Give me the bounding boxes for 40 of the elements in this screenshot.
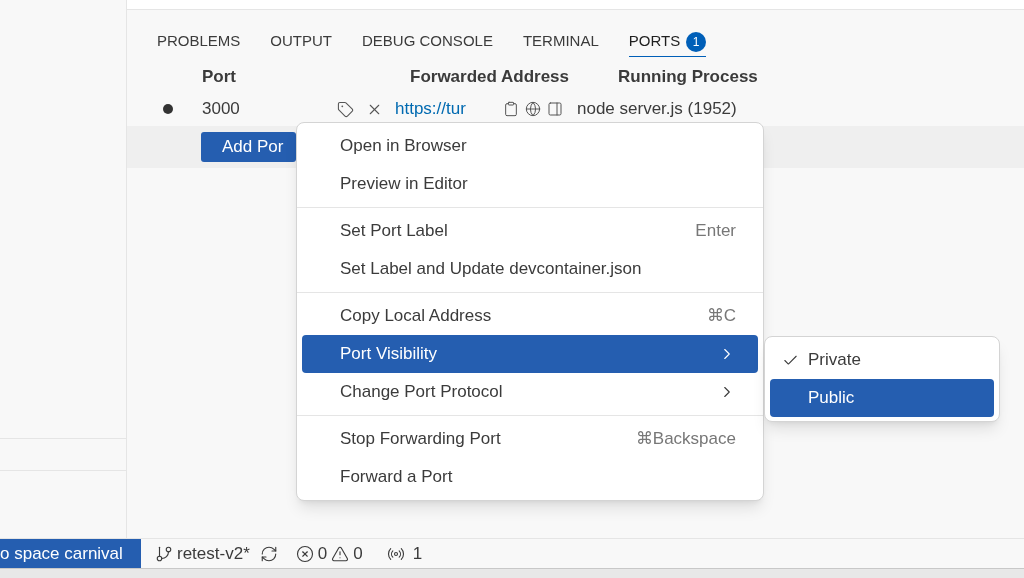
menu-item[interactable]: Copy Local Address ⌘C (302, 297, 758, 335)
menu-item[interactable]: Preview in Editor (302, 165, 758, 203)
branch-name[interactable]: retest-v2* (177, 540, 250, 567)
column-header: Port (202, 66, 237, 89)
menu-item[interactable]: Forward a Port (302, 458, 758, 496)
column-header: Running Process (618, 66, 758, 89)
count-badge: 1 (686, 31, 707, 52)
column-header: Forwarded Address (410, 66, 571, 89)
panel-tab[interactable]: DEBUG CONSOLE (362, 30, 493, 57)
shortcut-label: Enter (695, 220, 736, 243)
panel-tab[interactable]: PORTS 1 (628, 30, 707, 57)
panel-icon[interactable] (547, 101, 563, 117)
menu-item[interactable]: Port Visibility (302, 335, 758, 373)
branch-icon[interactable] (155, 544, 173, 563)
table-cell-text: 3000 (202, 98, 241, 121)
warning-icon[interactable] (331, 544, 350, 563)
warning-count: 0 (353, 542, 363, 565)
shortcut-label: ⌘Backspace (635, 428, 736, 451)
menu-item[interactable]: Open in Browser (302, 127, 758, 165)
menu-item[interactable]: Set Port Label Enter (302, 212, 758, 250)
panel-tab[interactable]: TERMINAL (522, 30, 599, 57)
address-link[interactable]: https://tur (395, 96, 503, 122)
add-port-button[interactable]: Add Por (201, 132, 296, 162)
shortcut-label: ⌘C (706, 305, 736, 328)
globe-icon[interactable] (525, 101, 541, 117)
ports-count: 1 (412, 542, 423, 565)
error-count: 0 (317, 542, 328, 565)
panel-tab[interactable]: PROBLEMS (157, 30, 241, 57)
clipboard-icon[interactable] (503, 101, 519, 117)
menu-item[interactable]: Private (770, 341, 994, 379)
menu-item[interactable]: Stop Forwarding Port ⌘Backspace (302, 420, 758, 458)
menu-item[interactable]: Set Label and Update devcontainer.json (302, 250, 758, 288)
error-icon[interactable] (295, 544, 314, 563)
menu-item[interactable]: Public (770, 379, 994, 417)
panel-tab[interactable]: OUTPUT (270, 30, 333, 57)
table-cell-text: node server.js (1952) (577, 98, 737, 121)
sync-icon[interactable] (259, 544, 278, 563)
tag-icon[interactable] (337, 100, 354, 118)
remote-indicator[interactable]: o space carnival (0, 539, 141, 568)
menu-item[interactable]: Change Port Protocol (302, 373, 758, 411)
